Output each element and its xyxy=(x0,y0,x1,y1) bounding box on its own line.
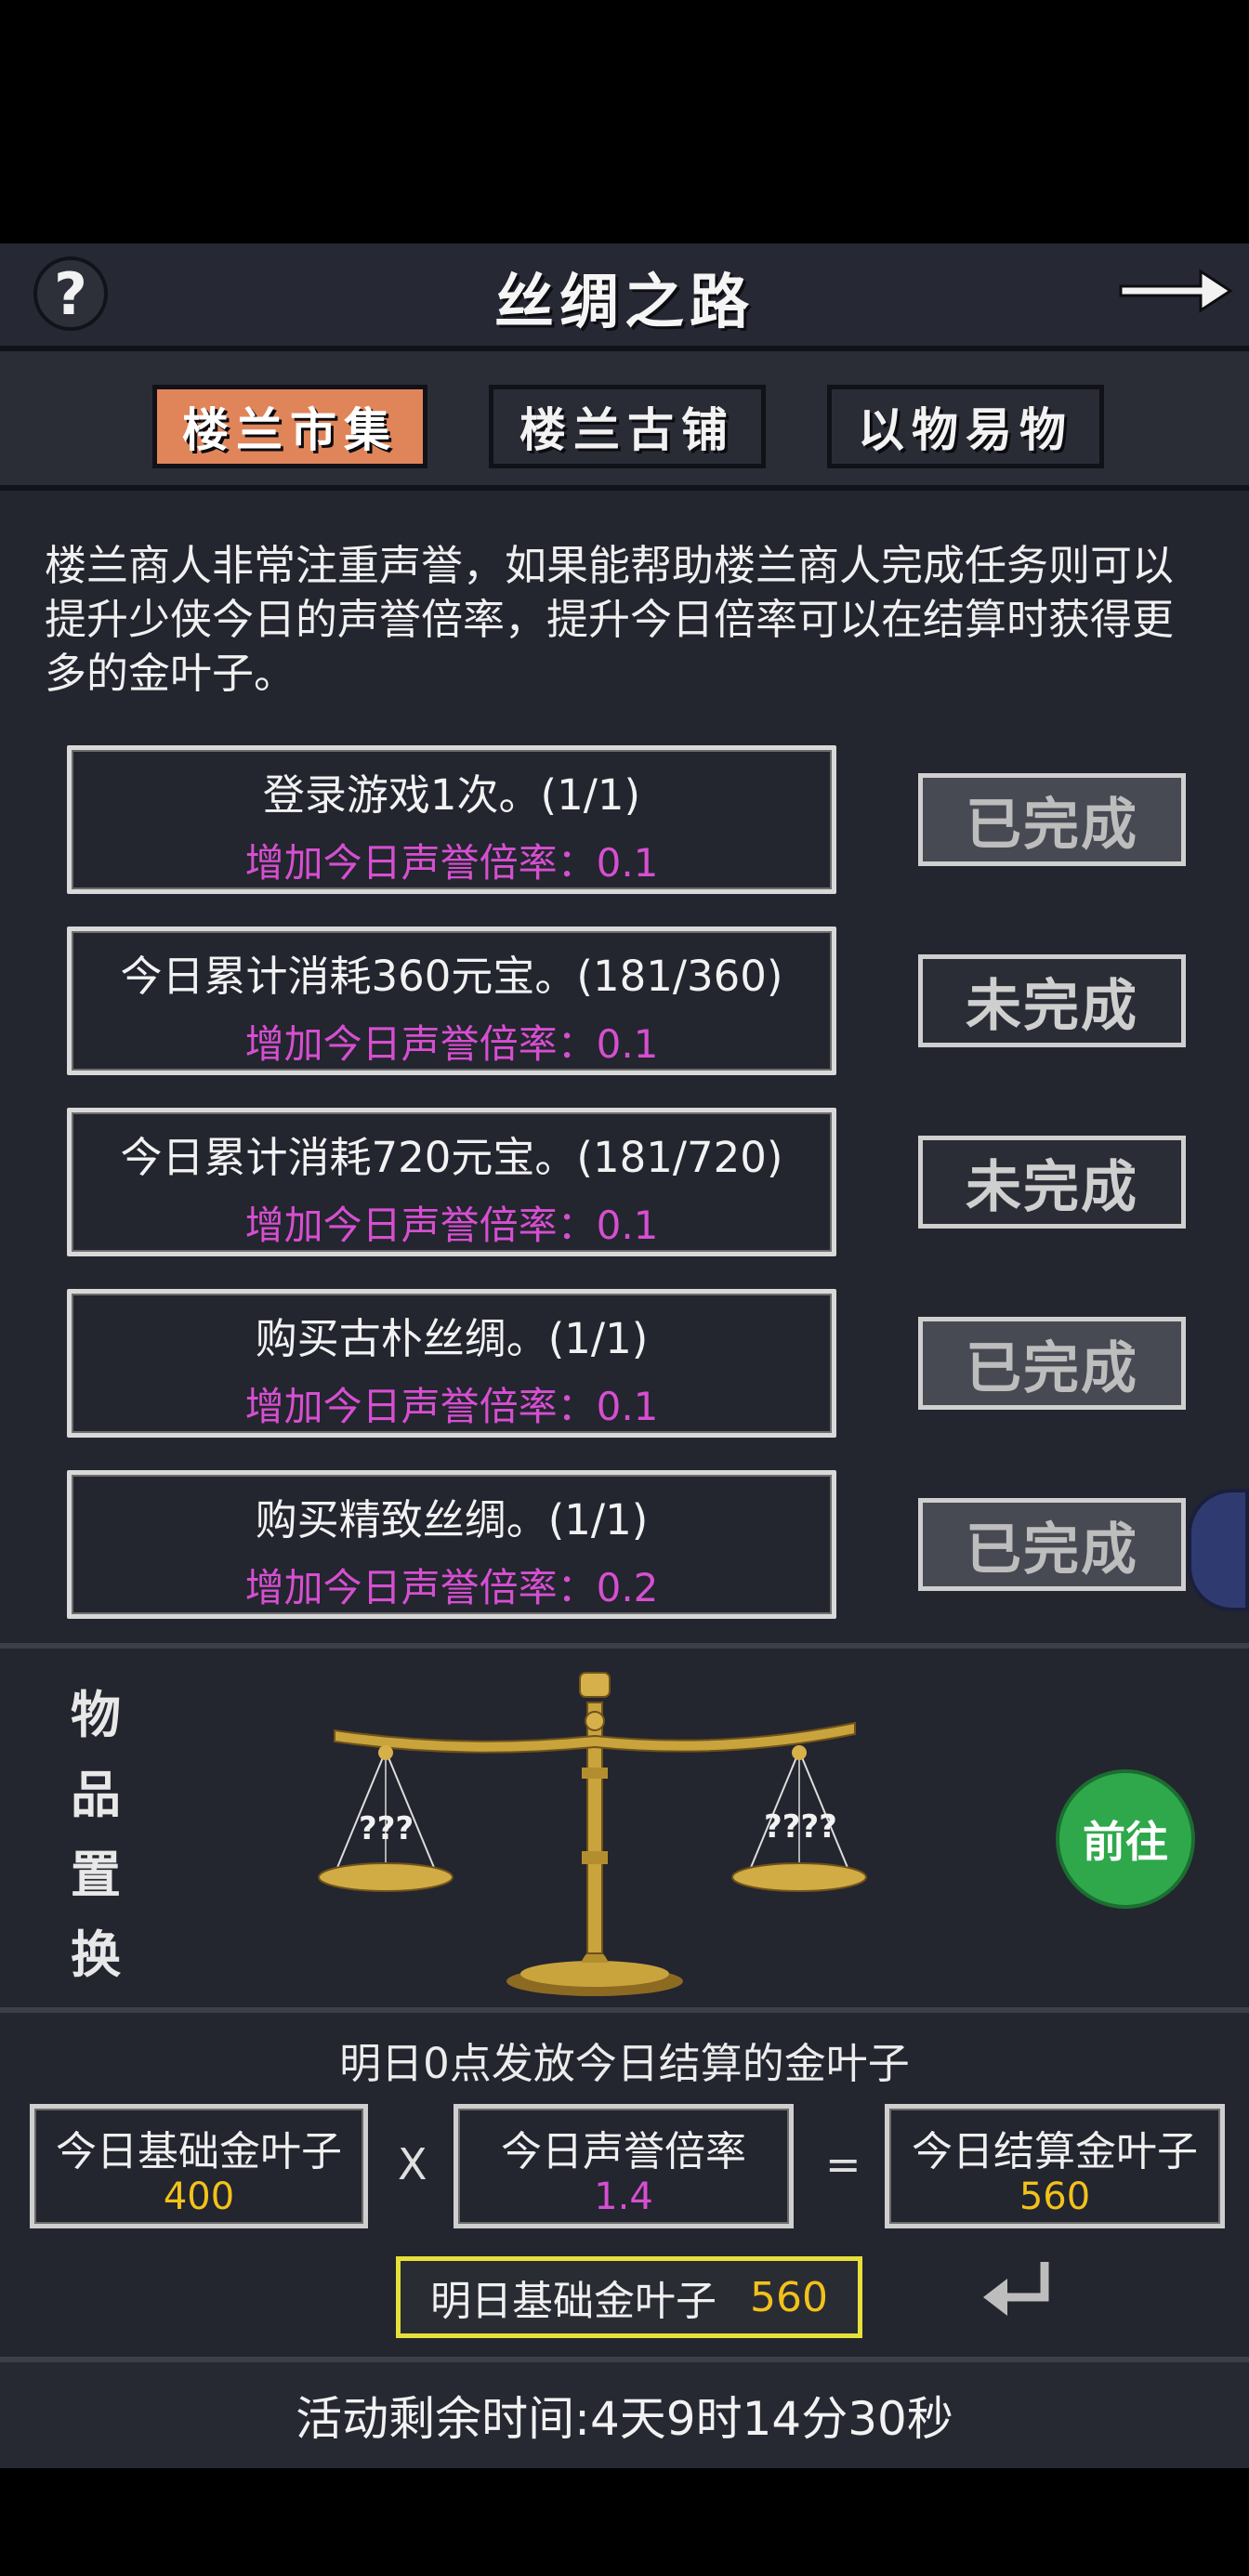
left-pan-item: ??? xyxy=(359,1810,414,1847)
rate-box: 今日声誉倍率 1.4 xyxy=(454,2104,794,2228)
task-status-button[interactable]: 已完成 xyxy=(918,1317,1186,1410)
tomorrow-base-gold: 明日基础金叶子 560 xyxy=(396,2256,862,2338)
task-title: 今日累计消耗720元宝。(181/720) xyxy=(120,1133,783,1182)
time-remaining-bar: 活动剩余时间:4天9时14分30秒 xyxy=(0,2357,1249,2468)
task-card: 购买古朴丝绸。(1/1) 增加今日声誉倍率：0.1 xyxy=(67,1289,836,1438)
side-drawer-tab[interactable] xyxy=(1188,1489,1249,1611)
task-card: 购买精致丝绸。(1/1) 增加今日声誉倍率：0.2 xyxy=(67,1470,836,1619)
divider xyxy=(0,1643,1249,1649)
tab-loulan-shop[interactable]: 楼兰古铺 xyxy=(489,385,766,468)
tomorrow-base-label: 明日基础金叶子 xyxy=(430,2278,717,2325)
time-remaining-text: 活动剩余时间:4天9时14分30秒 xyxy=(296,2392,953,2446)
trade-label-char: 物 xyxy=(71,1685,121,1744)
trade-label-char: 换 xyxy=(71,1925,121,1984)
base-gold-label: 今日基础金叶子 xyxy=(56,2128,342,2175)
equals-operator: = xyxy=(825,2139,861,2189)
page-title: 丝绸之路 xyxy=(494,268,755,337)
tab-loulan-market[interactable]: 楼兰市集 xyxy=(152,385,427,468)
silk-road-screen: ? 丝绸之路 楼兰市集 楼兰古铺 以物易物 楼兰商人非常注重声誉，如果能帮助楼兰… xyxy=(0,243,1249,2468)
return-arrow-icon[interactable] xyxy=(976,2254,1059,2329)
task-card: 今日累计消耗360元宝。(181/360) 增加今日声誉倍率：0.1 xyxy=(67,927,836,1075)
right-pan-item: ???? xyxy=(764,1808,837,1846)
task-status-button[interactable]: 已完成 xyxy=(918,773,1186,866)
task-status-button[interactable]: 未完成 xyxy=(918,954,1186,1047)
task-status-button[interactable]: 未完成 xyxy=(918,1136,1186,1229)
result-gold-value: 560 xyxy=(1019,2175,1091,2218)
result-gold-box: 今日结算金叶子 560 xyxy=(885,2104,1225,2228)
task-reward: 增加今日声誉倍率：0.1 xyxy=(244,1203,659,1248)
tab-bar: 楼兰市集 楼兰古铺 以物易物 xyxy=(0,351,1249,491)
rate-value: 1.4 xyxy=(594,2175,653,2218)
task-reward: 增加今日声誉倍率：0.1 xyxy=(244,840,659,886)
trade-label-char: 品 xyxy=(71,1765,121,1824)
description-text: 楼兰商人非常注重声誉，如果能帮助楼兰商人完成任务则可以提升少侠今日的声誉倍率，提… xyxy=(45,541,1175,698)
task-card: 登录游戏1次。(1/1) 增加今日声誉倍率：0.1 xyxy=(67,745,836,894)
task-title: 登录游戏1次。(1/1) xyxy=(262,770,641,820)
tomorrow-base-value: 560 xyxy=(750,2273,828,2321)
header-bar: ? 丝绸之路 xyxy=(0,243,1249,351)
task-title: 购买古朴丝绸。(1/1) xyxy=(255,1314,649,1363)
task-status-button[interactable]: 已完成 xyxy=(918,1498,1186,1591)
arrow-right-icon[interactable] xyxy=(1115,260,1236,325)
result-gold-label: 今日结算金叶子 xyxy=(912,2128,1198,2175)
task-reward: 增加今日声誉倍率：0.1 xyxy=(244,1021,659,1067)
task-reward: 增加今日声誉倍率：0.1 xyxy=(244,1384,659,1429)
base-gold-value: 400 xyxy=(163,2175,235,2218)
base-gold-box: 今日基础金叶子 400 xyxy=(30,2104,368,2228)
trade-section-label: 物 品 置 换 xyxy=(63,1675,128,1994)
trade-label-char: 置 xyxy=(71,1845,121,1904)
tab-barter[interactable]: 以物易物 xyxy=(827,385,1104,468)
task-title: 购买精致丝绸。(1/1) xyxy=(255,1495,649,1544)
go-button[interactable]: 前往 xyxy=(1056,1769,1195,1909)
task-title: 今日累计消耗360元宝。(181/360) xyxy=(120,952,783,1001)
task-card: 今日累计消耗720元宝。(181/720) 增加今日声誉倍率：0.1 xyxy=(67,1108,836,1256)
settlement-title: 明日0点发放今日结算的金叶子 xyxy=(339,2039,910,2088)
rate-label: 今日声誉倍率 xyxy=(501,2128,746,2175)
divider xyxy=(0,2007,1249,2013)
multiply-operator: X xyxy=(398,2139,427,2189)
task-reward: 增加今日声誉倍率：0.2 xyxy=(244,1565,659,1610)
